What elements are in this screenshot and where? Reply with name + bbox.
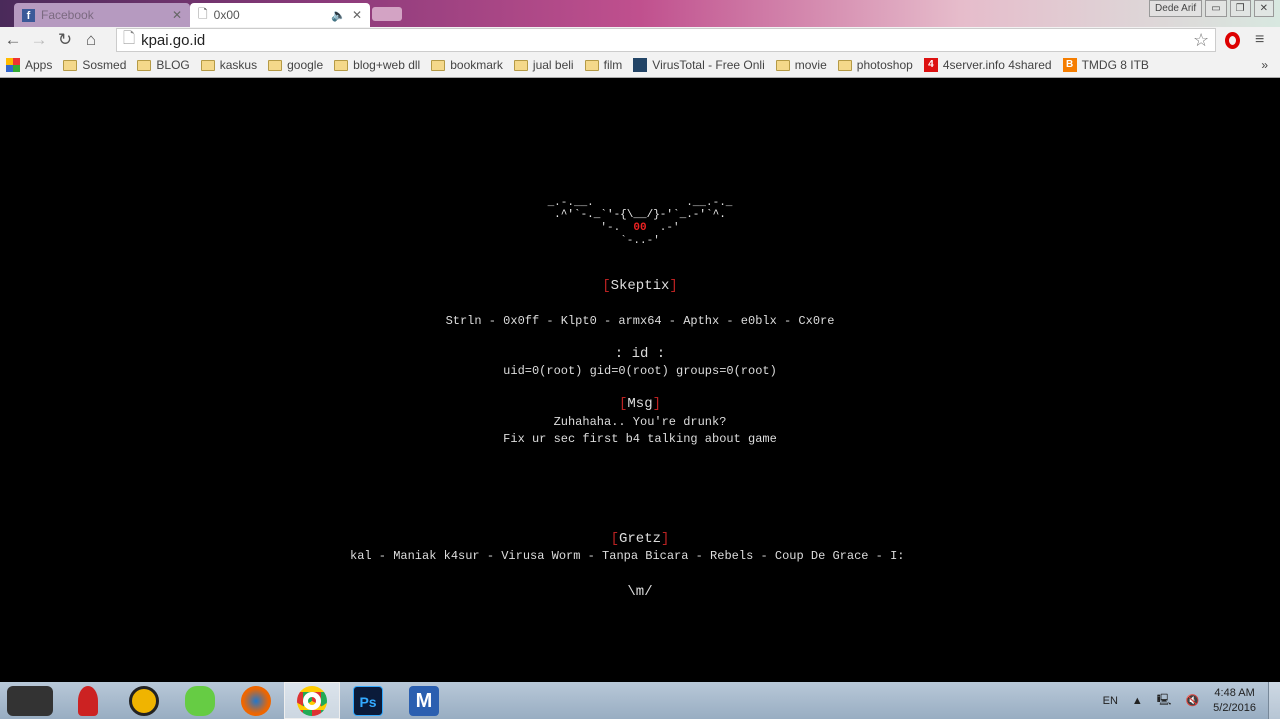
apps-grid-icon (6, 58, 20, 72)
tab-0x00[interactable]: 🗋 0x00 🔈 ✕ (190, 3, 370, 27)
bookmark-google[interactable]: google (268, 58, 323, 72)
maxthon-icon: M (409, 685, 439, 716)
bookmark-star-icon[interactable]: ☆ (1193, 30, 1209, 51)
blogger-icon: B (1062, 58, 1077, 72)
id-heading: : id : (614, 346, 666, 362)
gretz-marquee: kal - Maniak k4sur - Virusa Worm - Tanpa… (350, 549, 905, 563)
folder-icon (513, 59, 528, 71)
taskbar-app-active[interactable] (284, 682, 340, 719)
taskbar-app[interactable]: M (396, 682, 452, 719)
firefox-icon (241, 685, 271, 716)
reload-icon[interactable]: ↻ (52, 30, 78, 50)
more-bookmarks-button[interactable]: » (1261, 58, 1268, 72)
bookmark-film[interactable]: film (584, 58, 622, 72)
new-tab-button[interactable] (372, 7, 402, 21)
url-text: kpai.go.id (141, 31, 206, 49)
id-value: uid=0(root) gid=0(root) groups=0(root) (503, 364, 777, 378)
show-hidden-icons-button[interactable]: ▲ (1132, 695, 1143, 707)
bookmark-movie[interactable]: movie (775, 58, 827, 72)
close-window-button[interactable]: ✕ (1253, 0, 1274, 17)
tab-facebook[interactable]: f Facebook ✕ (14, 3, 190, 27)
back-icon[interactable]: ← (0, 30, 26, 50)
ascii-line: .^'`-._`'-{\__/}-'`_.-'`^. (554, 209, 726, 221)
ascii-line: `-..-' (620, 235, 660, 247)
bookmark-apps[interactable]: Apps (6, 58, 52, 72)
close-tab-icon[interactable]: ✕ (352, 8, 362, 22)
msg-line: Zuhahaha.. You're drunk? (553, 415, 727, 429)
page-icon: 🗋 (198, 6, 208, 21)
virustotal-icon (633, 58, 648, 72)
restore-button[interactable]: ❐ (1229, 0, 1251, 17)
folder-icon (775, 59, 790, 71)
sign-text: \m/ (627, 584, 653, 600)
folder-icon (268, 59, 283, 71)
page-icon: 🗋 (123, 29, 136, 47)
bookmarks-bar: Apps Sosmed BLOG kaskus google blog+web dll bo… (0, 53, 1280, 78)
home-icon[interactable]: ⌂ (78, 30, 104, 50)
show-desktop-button[interactable] (1268, 682, 1280, 719)
4server-icon: 4 (923, 58, 938, 72)
title-bar: f Facebook ✕ 🗋 0x00 🔈 ✕ Dede Arif ▭ ❐ ✕ (0, 0, 1280, 27)
members-list: Strln - 0x0ff - Klpt0 - armx64 - Apthx -… (445, 314, 835, 328)
ascii-line: _.-.__. .__.-._ (534, 197, 746, 209)
address-bar[interactable]: 🗋 kpai.go.id (116, 28, 1216, 52)
chrome-icon (297, 685, 327, 716)
bookmark-blog-web-dll[interactable]: blog+web dll (334, 58, 420, 72)
gretz-heading: [Gretz] (610, 531, 670, 547)
taskbar: Ps M EN ▲ 🖳 🔇 4:48 AM 5/2/2016 (0, 682, 1280, 719)
profile-button[interactable]: Dede Arif (1149, 0, 1203, 17)
team-heading: [Skeptix] (602, 278, 678, 294)
bookmark-kaskus[interactable]: kaskus (200, 58, 257, 72)
facebook-icon: f (22, 8, 35, 22)
folder-icon (431, 59, 446, 71)
bookmark-4server-info-4shared[interactable]: 4 4server.info 4shared (923, 58, 1052, 72)
bookmark-sosmed[interactable]: Sosmed (63, 58, 126, 72)
tab-label: 0x00 (213, 8, 240, 22)
bookmark-virustotal-free-onli[interactable]: VirusTotal - Free Onli (633, 58, 765, 72)
clock[interactable]: 4:48 AM 5/2/2016 (1213, 686, 1256, 716)
bookmark-photoshop[interactable]: photoshop (837, 58, 913, 72)
forward-icon[interactable]: → (26, 30, 52, 50)
msg-line: Fix ur sec first b4 talking about game (503, 432, 777, 446)
menu-icon[interactable]: ≡ (1255, 31, 1264, 49)
close-tab-icon[interactable]: ✕ (172, 8, 182, 22)
taskbar-app[interactable] (172, 682, 228, 719)
taskbar-app[interactable] (116, 682, 172, 719)
taskbar-app[interactable] (60, 682, 116, 719)
opera-icon[interactable] (1225, 31, 1240, 49)
page-content: _.-.__. .__.-._ .^'`-._`'-{\__/}-'`_.-'`… (0, 79, 1280, 682)
folder-icon (63, 59, 78, 71)
msg-heading: [Msg] (618, 396, 662, 412)
folder-icon (200, 59, 215, 71)
audio-icon: 🔈 (330, 8, 346, 22)
folder-icon (334, 59, 349, 71)
bookmark-jual-beli[interactable]: jual beli (513, 58, 574, 72)
volume-muted-icon[interactable]: 🔇 (1185, 694, 1199, 707)
network-icon[interactable]: 🖳 (1157, 691, 1172, 710)
language-indicator[interactable]: EN (1103, 695, 1118, 707)
folder-icon (584, 59, 599, 71)
minimize-button[interactable]: ▭ (1205, 0, 1227, 17)
bookmark-bookmark[interactable]: bookmark (431, 58, 503, 72)
bookmark-tmdg-8-itb[interactable]: B TMDG 8 ITB (1062, 58, 1149, 72)
photoshop-icon: Ps (353, 685, 383, 716)
clover-icon (185, 685, 215, 716)
user-icon (78, 685, 98, 716)
eyes: 00 (633, 222, 647, 234)
avast-icon (129, 685, 159, 716)
folder-icon (837, 59, 852, 71)
tab-label: Facebook (41, 8, 94, 22)
ascii-eyes-line: '-. 00 .-' (600, 222, 680, 234)
bookmark-blog[interactable]: BLOG (137, 58, 190, 72)
start-button[interactable] (0, 682, 60, 719)
taskbar-app[interactable] (228, 682, 284, 719)
taskbar-app[interactable]: Ps (340, 682, 396, 719)
folder-icon (137, 59, 152, 71)
